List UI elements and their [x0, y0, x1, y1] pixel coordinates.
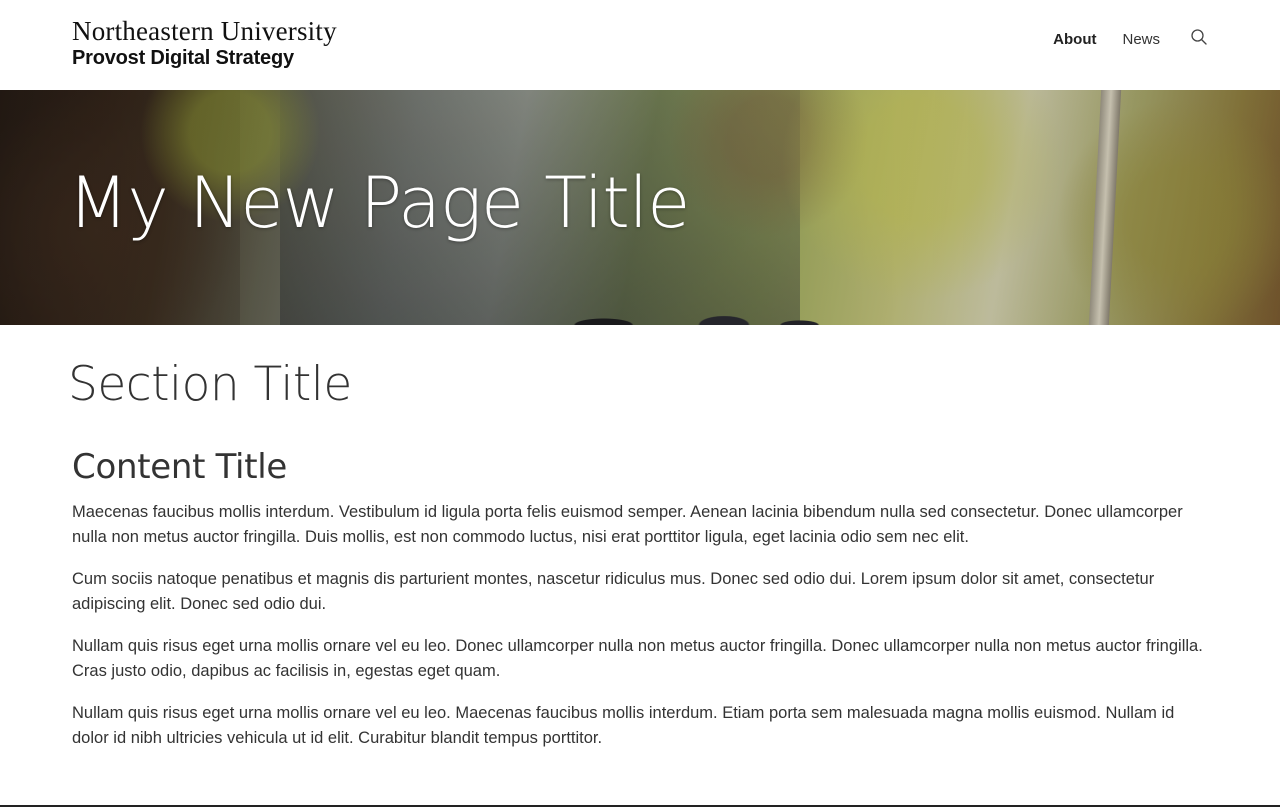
nav-link-about[interactable]: About [1053, 31, 1096, 48]
page-title: My New Page Title [68, 162, 690, 244]
content-paragraph: Maecenas faucibus mollis interdum. Vesti… [72, 503, 1183, 547]
content-paragraph: Nullam quis risus eget urna mollis ornar… [72, 637, 1203, 681]
site-logo[interactable]: Northeastern University Provost Digital … [72, 16, 337, 69]
logo-university-name: Northeastern University [72, 16, 337, 46]
main-nav: About News [1027, 28, 1208, 48]
content-paragraph: Cum sociis natoque penatibus et magnis d… [72, 570, 1155, 614]
logo-department-name: Provost Digital Strategy [72, 47, 294, 69]
search-icon[interactable] [1190, 28, 1208, 46]
hero-banner: My New Page Title [0, 90, 1280, 325]
nav-link-news[interactable]: News [1122, 31, 1160, 48]
main-content: Section Title Content Title Maecenas fau… [0, 359, 1280, 751]
content-title: Content Title [72, 446, 287, 487]
site-header: Northeastern University Provost Digital … [0, 0, 1280, 90]
section-title: Section Title [68, 357, 352, 412]
content-paragraph: Nullam quis risus eget urna mollis ornar… [72, 704, 1175, 748]
